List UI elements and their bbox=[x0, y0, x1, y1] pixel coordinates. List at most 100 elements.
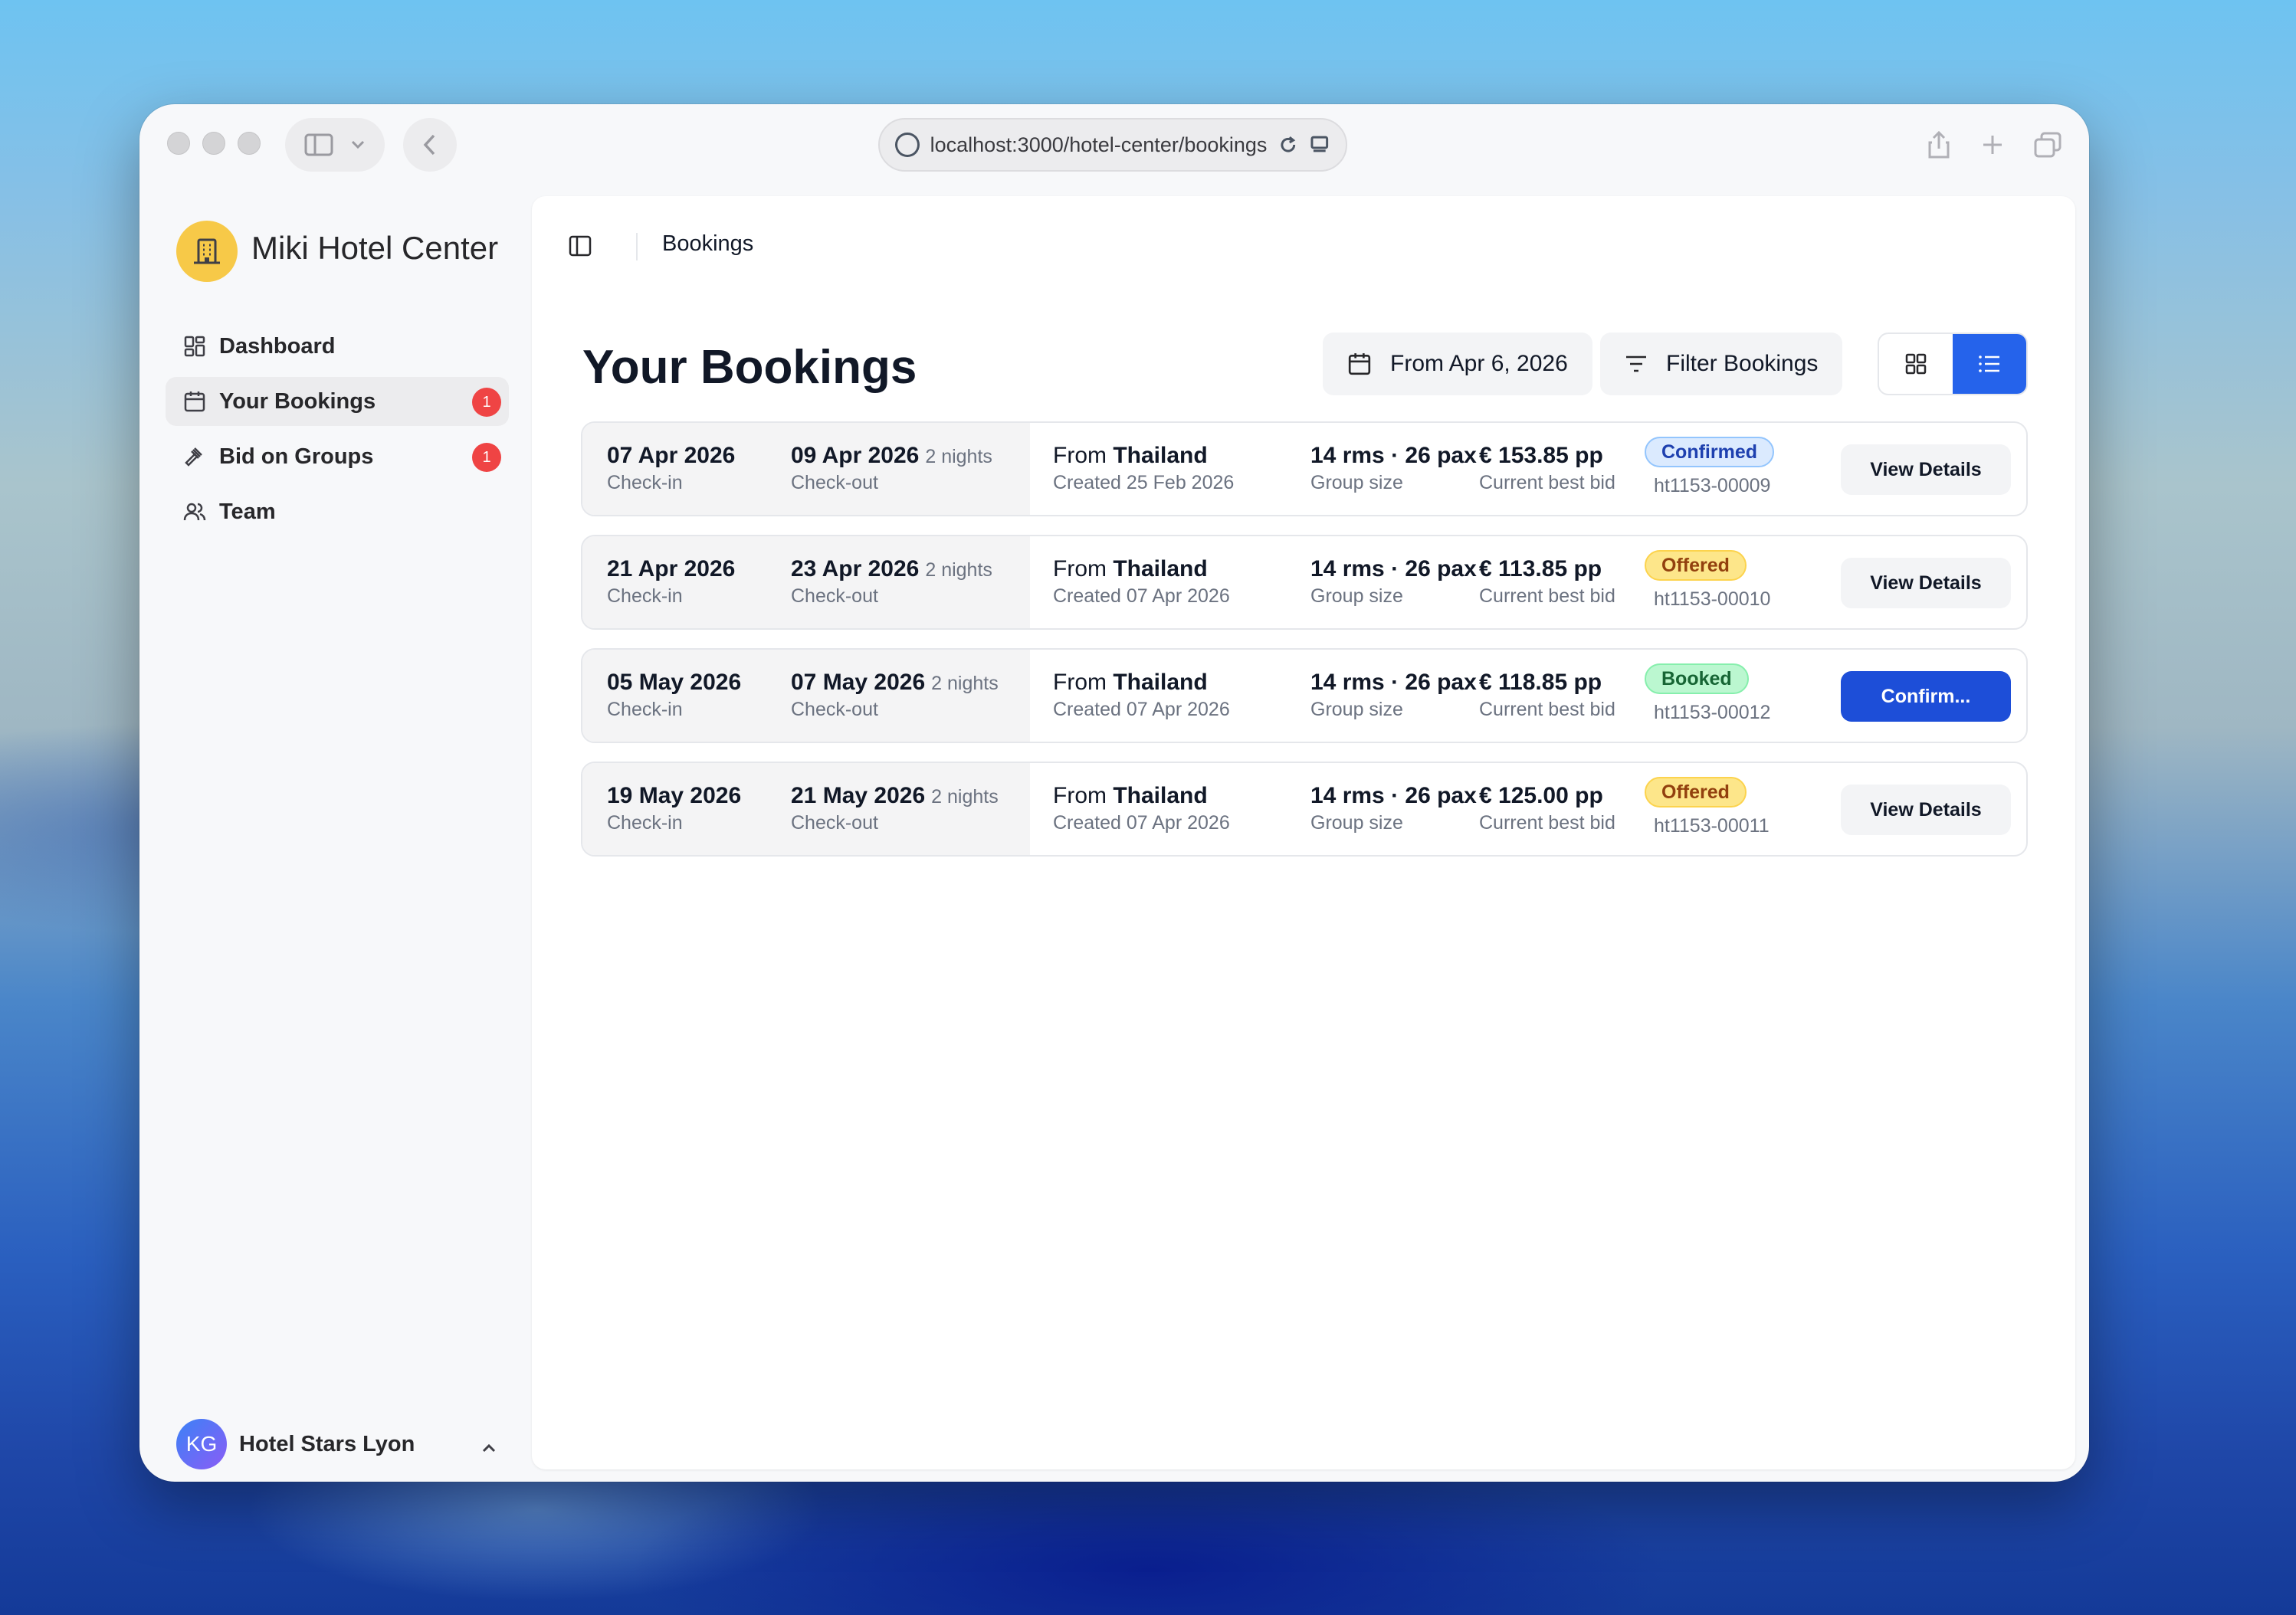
best-bid-label: Current best bid bbox=[1479, 812, 1615, 834]
created-date: Created 07 Apr 2026 bbox=[1053, 812, 1230, 834]
checkin-date: 07 Apr 2026 bbox=[607, 443, 736, 468]
booking-reference: ht1153-00011 bbox=[1654, 815, 1770, 837]
sidebar-item-team[interactable]: Team bbox=[166, 487, 509, 536]
reader-icon[interactable] bbox=[1309, 134, 1330, 156]
group-size: 14 rms · 26 pax bbox=[1310, 783, 1477, 808]
status-badge: Offered bbox=[1645, 550, 1747, 581]
chevron-down-icon bbox=[351, 140, 365, 149]
confirm-button[interactable]: Confirm... bbox=[1841, 671, 2011, 722]
origin-country: Thailand bbox=[1113, 443, 1208, 468]
close-window-button[interactable] bbox=[167, 132, 190, 155]
calendar-icon bbox=[1348, 353, 1371, 375]
origin-country: Thailand bbox=[1113, 556, 1208, 581]
notification-badge: 1 bbox=[472, 388, 501, 417]
grid-view-icon bbox=[1905, 353, 1927, 375]
zoom-window-button[interactable] bbox=[238, 132, 261, 155]
view-details-button[interactable]: View Details bbox=[1841, 444, 2011, 495]
share-icon bbox=[1928, 130, 1950, 159]
sidebar-toggle-button[interactable] bbox=[285, 118, 385, 172]
address-bar[interactable]: localhost:3000/hotel-center/bookings bbox=[878, 118, 1347, 172]
url-text: localhost:3000/hotel-center/bookings bbox=[930, 133, 1268, 156]
app-logo bbox=[176, 221, 238, 282]
notification-badge: 1 bbox=[472, 443, 501, 472]
origin-country: Thailand bbox=[1113, 783, 1208, 808]
nights-count: 2 nights bbox=[925, 559, 992, 581]
booking-dates bbox=[582, 650, 1030, 742]
page-title: Your Bookings bbox=[582, 341, 917, 394]
created-date: Created 25 Feb 2026 bbox=[1053, 472, 1235, 493]
calendar-icon bbox=[181, 388, 208, 415]
reload-icon[interactable] bbox=[1278, 134, 1299, 156]
checkout-label: Check-out bbox=[791, 585, 878, 607]
booking-row[interactable]: 21 Apr 2026 Check-in 23 Apr 2026 2 nights… bbox=[581, 535, 2028, 630]
header-divider bbox=[636, 233, 638, 260]
sidebar-toggle-icon[interactable] bbox=[569, 234, 592, 257]
checkout-date: 07 May 2026 bbox=[791, 670, 926, 695]
checkin-label: Check-in bbox=[607, 812, 683, 834]
group-size-label: Group size bbox=[1310, 812, 1403, 834]
origin-prefix: From bbox=[1053, 670, 1107, 695]
sidebar-item-your-bookings[interactable]: Your Bookings 1 bbox=[166, 377, 509, 426]
origin-prefix: From bbox=[1053, 783, 1107, 808]
team-icon bbox=[181, 498, 208, 526]
filter-bookings-button[interactable]: Filter Bookings bbox=[1600, 332, 1843, 395]
view-details-button[interactable]: View Details bbox=[1841, 558, 2011, 608]
nights-count: 2 nights bbox=[931, 786, 999, 808]
browser-sidebar-icon bbox=[304, 133, 333, 156]
grid-view-button[interactable] bbox=[1879, 334, 1953, 394]
list-view-button[interactable] bbox=[1953, 334, 2026, 394]
breadcrumb: Bookings bbox=[662, 231, 754, 256]
tab-overview-button[interactable] bbox=[2025, 118, 2071, 172]
date-filter-label: From Apr 6, 2026 bbox=[1390, 351, 1568, 376]
filter-bookings-label: Filter Bookings bbox=[1666, 351, 1819, 376]
sidebar-item-bid-on-groups[interactable]: Bid on Groups 1 bbox=[166, 432, 509, 481]
main-content: Bookings Your Bookings From Apr 6, 2026 … bbox=[532, 196, 2075, 1469]
booking-dates bbox=[582, 423, 1030, 515]
best-bid-label: Current best bid bbox=[1479, 585, 1615, 607]
checkout-date: 21 May 2026 bbox=[791, 783, 926, 808]
status-badge: Offered bbox=[1645, 777, 1747, 808]
group-size: 14 rms · 26 pax bbox=[1310, 443, 1477, 468]
filter-icon bbox=[1626, 355, 1646, 372]
status-badge: Booked bbox=[1645, 663, 1749, 694]
group-size-label: Group size bbox=[1310, 472, 1403, 493]
sidebar-item-label: Bid on Groups bbox=[219, 444, 374, 469]
plus-icon bbox=[1983, 136, 2002, 154]
checkout-label: Check-out bbox=[791, 472, 878, 493]
sidebar-item-label: Team bbox=[219, 499, 276, 524]
view-toggle bbox=[1878, 332, 2028, 395]
booking-dates bbox=[582, 763, 1030, 855]
sidebar-item-label: Your Bookings bbox=[219, 388, 376, 414]
gavel-icon bbox=[181, 443, 208, 470]
chevron-up-icon[interactable] bbox=[480, 1439, 498, 1457]
back-button[interactable] bbox=[403, 118, 457, 172]
new-tab-button[interactable] bbox=[1970, 118, 2016, 172]
booking-reference: ht1153-00010 bbox=[1654, 588, 1771, 610]
globe-icon bbox=[895, 133, 920, 157]
user-menu[interactable]: KG Hotel Stars Lyon bbox=[176, 1419, 415, 1469]
sidebar-item-dashboard[interactable]: Dashboard bbox=[166, 322, 509, 371]
checkout-date: 09 Apr 2026 bbox=[791, 443, 920, 468]
status-badge: Confirmed bbox=[1645, 437, 1774, 467]
best-bid: € 113.85 pp bbox=[1479, 556, 1602, 581]
minimize-window-button[interactable] bbox=[202, 132, 225, 155]
checkout-label: Check-out bbox=[791, 812, 878, 834]
group-size: 14 rms · 26 pax bbox=[1310, 556, 1477, 581]
app-sidebar: Miki Hotel Center Dashboard Your Booking… bbox=[139, 184, 532, 1482]
date-filter-button[interactable]: From Apr 6, 2026 bbox=[1323, 332, 1592, 395]
share-button[interactable] bbox=[1916, 118, 1962, 172]
best-bid: € 118.85 pp bbox=[1479, 670, 1602, 695]
booking-row[interactable]: 05 May 2026 Check-in 07 May 2026 2 nights… bbox=[581, 648, 2028, 743]
best-bid-label: Current best bid bbox=[1479, 699, 1615, 720]
list-view-icon bbox=[1979, 355, 1999, 372]
booking-row[interactable]: 07 Apr 2026 Check-in 09 Apr 2026 2 nights… bbox=[581, 421, 2028, 516]
nights-count: 2 nights bbox=[925, 446, 992, 467]
best-bid: € 125.00 pp bbox=[1479, 783, 1603, 808]
booking-reference: ht1153-00009 bbox=[1654, 475, 1771, 496]
checkin-date: 19 May 2026 bbox=[607, 783, 742, 808]
best-bid-label: Current best bid bbox=[1479, 472, 1615, 493]
user-name: Hotel Stars Lyon bbox=[239, 1431, 415, 1456]
booking-row[interactable]: 19 May 2026 Check-in 21 May 2026 2 nights… bbox=[581, 762, 2028, 857]
dashboard-icon bbox=[181, 332, 208, 360]
view-details-button[interactable]: View Details bbox=[1841, 785, 2011, 835]
